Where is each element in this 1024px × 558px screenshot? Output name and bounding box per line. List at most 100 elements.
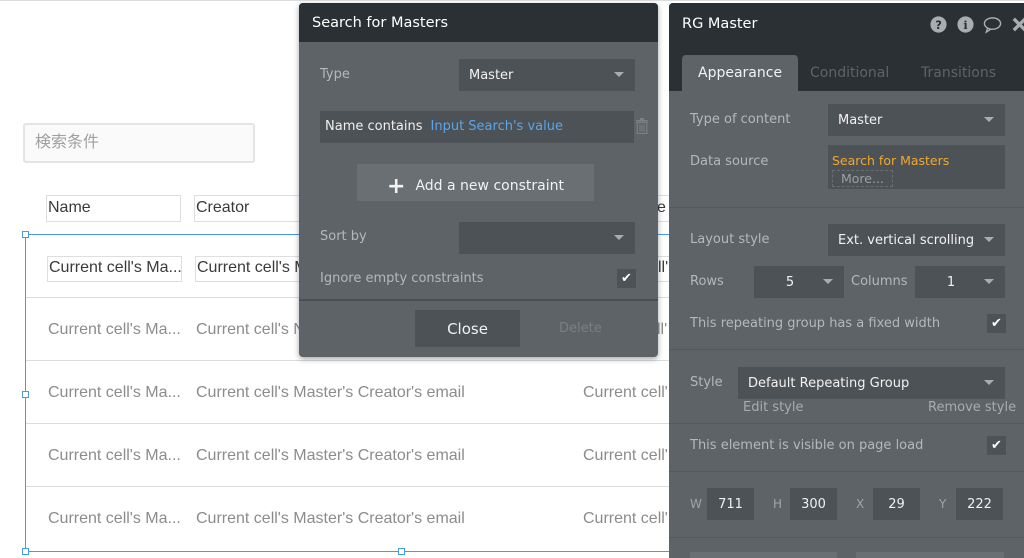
canvas-top-border <box>0 0 1024 1</box>
comment-icon[interactable] <box>983 15 1002 34</box>
cell-name: Current cell's Ma... <box>48 510 181 527</box>
resize-handle-bottom-left[interactable] <box>22 548 29 555</box>
cell-third: Current cell' <box>583 510 668 527</box>
type-of-content-label: Type of content <box>690 112 791 127</box>
close-icon[interactable] <box>1010 15 1024 34</box>
help-icon[interactable]: ? <box>929 15 948 34</box>
resize-handle-top-left[interactable] <box>22 231 29 238</box>
divider <box>669 537 1024 538</box>
divider <box>669 423 1024 424</box>
cell-name: Current cell's Ma... <box>48 384 181 401</box>
data-source-value[interactable]: Search for Masters <box>832 153 1001 168</box>
divider <box>669 471 1024 472</box>
cell-creator: Current cell's Master's Creator's email <box>196 510 465 527</box>
search-input[interactable] <box>23 123 255 163</box>
chevron-down-icon <box>823 279 833 284</box>
width-label: W <box>690 497 702 511</box>
y-label: Y <box>939 497 947 511</box>
divider <box>669 207 1024 208</box>
popup-title: Search for Masters <box>299 3 658 42</box>
tab-appearance[interactable]: Appearance <box>682 55 799 91</box>
bottom-button-left[interactable] <box>690 552 837 558</box>
resize-handle-left[interactable] <box>22 391 29 398</box>
editor-tabs: Appearance Conditional Transitions <box>669 45 1024 91</box>
height-label: H <box>773 497 783 511</box>
ignore-empty-checkbox[interactable]: ✔ <box>617 269 636 288</box>
add-constraint-label: Add a new constraint <box>415 178 564 194</box>
close-button[interactable]: Close <box>415 310 520 347</box>
ignore-empty-label: Ignore empty constraints <box>320 271 484 286</box>
rows-dropdown[interactable]: 5 <box>754 266 844 298</box>
divider <box>299 299 658 301</box>
resize-handle-bottom[interactable] <box>398 548 405 555</box>
width-input[interactable]: 711 <box>707 488 754 520</box>
constraint-field: Name contains <box>325 119 423 134</box>
table-row: Current cell's Ma... Current cell's Mast… <box>26 361 685 424</box>
layout-style-dropdown[interactable]: Ext. vertical scrolling <box>828 224 1005 256</box>
type-dropdown[interactable]: Master <box>459 59 635 91</box>
x-label: X <box>856 497 865 511</box>
fixed-width-label: This repeating group has a fixed width <box>690 316 941 331</box>
chevron-down-icon <box>984 117 994 122</box>
sort-by-dropdown[interactable] <box>459 222 635 254</box>
constraint-value[interactable]: Input Search's value <box>431 119 563 134</box>
layout-style-label: Layout style <box>690 232 770 247</box>
cell-third: Current cell' <box>583 384 668 401</box>
cell-creator: Current cell's Master's Creator's email <box>196 384 465 401</box>
columns-dropdown[interactable]: 1 <box>915 266 1005 298</box>
edit-style-link[interactable]: Edit style <box>743 400 803 415</box>
layout-style-value: Ext. vertical scrolling <box>838 233 975 248</box>
cell-third[interactable]: ll' <box>656 256 670 282</box>
remove-style-link[interactable]: Remove style <box>928 400 1016 415</box>
info-icon[interactable]: i <box>956 15 975 34</box>
data-source-label: Data source <box>690 154 769 169</box>
rows-value: 5 <box>785 275 795 290</box>
chevron-down-icon <box>614 72 624 77</box>
cell-name: Current cell's Ma... <box>48 447 181 464</box>
cell-name: Current cell's Ma... <box>48 321 181 338</box>
delete-button[interactable]: Delete <box>559 321 602 336</box>
editor-header-icons: ? i <box>929 15 1024 34</box>
style-label: Style <box>690 375 723 390</box>
checkmark-icon: ✔ <box>991 316 1002 331</box>
style-value: Default Repeating Group <box>748 376 910 391</box>
type-of-content-dropdown[interactable]: Master <box>828 104 1005 136</box>
constraint-row[interactable]: Name contains Input Search's value <box>320 111 634 143</box>
height-input[interactable]: 300 <box>790 488 837 520</box>
x-input[interactable]: 29 <box>873 488 920 520</box>
rows-label: Rows <box>690 274 724 289</box>
table-row: Current cell's Ma... Current cell's Mast… <box>26 487 685 550</box>
visible-on-load-checkbox[interactable]: ✔ <box>987 436 1006 455</box>
svg-text:i: i <box>963 18 968 32</box>
fixed-width-checkbox[interactable]: ✔ <box>987 314 1006 333</box>
checkmark-icon: ✔ <box>991 438 1002 453</box>
cell-creator[interactable]: Current cell's M <box>195 256 305 282</box>
data-source-field[interactable]: Search for Masters More... <box>828 145 1005 189</box>
search-popup: Search for Masters Type Master Name cont… <box>299 3 658 357</box>
header-name[interactable]: Name <box>46 195 181 222</box>
bottom-button-right[interactable] <box>856 552 1004 558</box>
divider <box>669 349 1024 350</box>
trash-icon[interactable] <box>636 118 648 134</box>
tab-conditional[interactable]: Conditional <box>810 55 889 91</box>
cell-creator: Current cell's N <box>196 321 305 338</box>
columns-label: Columns <box>851 274 908 289</box>
data-source-more[interactable]: More... <box>832 170 893 187</box>
cell-third: Current cell' <box>583 447 668 464</box>
table-row: Current cell's Ma... Current cell's Mast… <box>26 424 685 487</box>
visible-on-load-label: This element is visible on page load <box>690 438 924 453</box>
chevron-down-icon <box>984 279 994 284</box>
tab-transitions[interactable]: Transitions <box>921 55 996 91</box>
add-constraint-button[interactable]: + Add a new constraint <box>357 164 594 201</box>
chevron-down-icon <box>614 235 624 240</box>
type-of-content-value: Master <box>838 113 883 128</box>
sort-by-label: Sort by <box>320 229 367 244</box>
style-dropdown[interactable]: Default Repeating Group <box>738 367 1005 399</box>
cell-name[interactable]: Current cell's Ma... <box>47 256 182 282</box>
svg-text:?: ? <box>935 18 942 32</box>
header-creator[interactable]: Creator <box>194 195 304 222</box>
plus-icon: + <box>387 174 406 199</box>
type-value: Master <box>469 68 514 83</box>
y-input[interactable]: 222 <box>956 488 1003 520</box>
checkmark-icon: ✔ <box>621 271 632 286</box>
